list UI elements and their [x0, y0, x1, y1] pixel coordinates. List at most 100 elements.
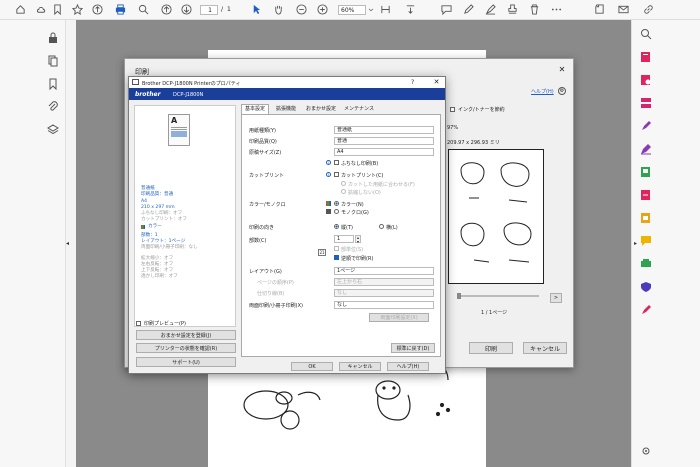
- stamp-icon[interactable]: [506, 3, 519, 16]
- arrow-down-icon[interactable]: [180, 3, 193, 16]
- comment-icon[interactable]: [440, 3, 453, 16]
- layout-label: レイアウト(G): [249, 269, 282, 275]
- register-settings-button[interactable]: おまかせ設定を登録(J): [136, 330, 236, 340]
- print-cancel-button[interactable]: キャンセル: [523, 342, 567, 354]
- link-icon[interactable]: [642, 3, 655, 16]
- collapse-right-icon[interactable]: ▸: [634, 240, 640, 248]
- prop-help-button[interactable]: ヘルプ(H): [387, 362, 429, 371]
- duplex-select[interactable]: なし: [334, 301, 434, 309]
- restore-defaults-button[interactable]: 標準に戻す(D): [391, 343, 435, 353]
- preview-drawing: [460, 162, 532, 263]
- next-page-button[interactable]: >: [550, 293, 562, 303]
- tab-presets[interactable]: おまかせ設定: [303, 105, 339, 114]
- protect-icon[interactable]: [640, 281, 652, 293]
- portrait-radio[interactable]: [334, 224, 339, 229]
- edit-pdf-icon[interactable]: [640, 97, 652, 109]
- zoom-level-select[interactable]: 60%: [338, 5, 366, 15]
- star-icon[interactable]: [71, 3, 84, 16]
- color-radio[interactable]: [334, 201, 339, 206]
- fit-page-icon[interactable]: [379, 3, 392, 16]
- compress-icon[interactable]: [640, 189, 652, 201]
- tab-basic[interactable]: 基本設定: [241, 104, 269, 114]
- print-button[interactable]: 印刷: [469, 342, 513, 354]
- copies-stepper[interactable]: ▴ ▾: [355, 235, 361, 244]
- cut-noscale-radio[interactable]: [341, 189, 346, 194]
- info-icon[interactable]: i: [326, 160, 331, 165]
- bookmark-icon[interactable]: [51, 3, 64, 16]
- more-icon[interactable]: [550, 3, 563, 16]
- chevron-down-icon[interactable]: [367, 3, 375, 16]
- borderless-checkbox[interactable]: [334, 160, 339, 165]
- page-slider-thumb[interactable]: [457, 293, 461, 299]
- settings-icon[interactable]: [640, 445, 652, 457]
- page-nav-readout: 1 / 1ページ: [481, 310, 508, 316]
- cloud-icon[interactable]: [35, 3, 48, 16]
- search-icon[interactable]: [137, 3, 150, 16]
- border-line-select[interactable]: なし: [334, 289, 434, 297]
- scan-icon[interactable]: [640, 212, 652, 224]
- cut-print-checkbox[interactable]: [334, 172, 339, 177]
- cut-fit-radio[interactable]: [341, 181, 346, 186]
- pen-icon[interactable]: [462, 3, 475, 16]
- summary-size: A4: [141, 199, 148, 204]
- pages-icon[interactable]: [47, 55, 59, 67]
- share-icon[interactable]: [593, 3, 606, 16]
- bookmarks-icon[interactable]: [47, 78, 59, 91]
- size-select[interactable]: A4: [334, 148, 434, 156]
- redact-icon[interactable]: [640, 304, 652, 316]
- prop-close-icon[interactable]: ✕: [432, 78, 441, 87]
- lock-icon[interactable]: [47, 32, 59, 44]
- ok-button[interactable]: OK: [291, 362, 333, 371]
- page-number-input[interactable]: 1: [200, 5, 218, 15]
- printer-icon: [132, 79, 139, 85]
- reverse-checkbox[interactable]: [334, 255, 339, 260]
- delete-icon[interactable]: [528, 3, 541, 16]
- help-question-button[interactable]: ?: [411, 79, 414, 86]
- duplex-settings-button[interactable]: 両面印刷設定(X): [369, 313, 429, 322]
- create-pdf-icon[interactable]: [640, 74, 652, 86]
- print-icon[interactable]: [114, 3, 127, 16]
- hand-icon[interactable]: [272, 3, 285, 16]
- zoom-out-icon[interactable]: [295, 3, 308, 16]
- mono-mode-icon: [326, 209, 331, 214]
- tab-advanced[interactable]: 拡張機能: [271, 105, 301, 114]
- page-slider[interactable]: [457, 295, 539, 297]
- print-production-icon[interactable]: [640, 258, 652, 270]
- layers-icon[interactable]: [47, 124, 59, 136]
- printer-status-button[interactable]: プリンターの状態を確認(R): [136, 343, 236, 353]
- attachment-icon[interactable]: [47, 101, 59, 113]
- support-button[interactable]: サポート(U): [136, 357, 236, 367]
- arrow-up-icon[interactable]: [160, 3, 173, 16]
- mono-radio[interactable]: [334, 209, 339, 214]
- export-pdf-icon[interactable]: [640, 51, 652, 63]
- ink-toner-save-checkbox[interactable]: [450, 107, 455, 112]
- tab-maintenance[interactable]: メンテナンス: [341, 105, 377, 114]
- prop-cancel-button[interactable]: キャンセル: [339, 362, 381, 371]
- copies-input[interactable]: 1: [334, 235, 354, 243]
- sign-icon[interactable]: [640, 120, 652, 132]
- scroll-mode-icon[interactable]: [404, 3, 417, 16]
- layout-select[interactable]: 1ページ: [334, 267, 434, 275]
- paper-type-select[interactable]: 普通紙: [334, 126, 434, 134]
- landscape-radio[interactable]: [379, 224, 384, 229]
- organize-pages-icon[interactable]: [640, 166, 652, 178]
- fill-sign-icon[interactable]: [640, 143, 652, 155]
- mail-icon[interactable]: [617, 3, 630, 16]
- comment-tool-icon[interactable]: [640, 235, 652, 247]
- collate-checkbox[interactable]: [334, 246, 339, 251]
- page-order-select[interactable]: 左上から右: [334, 278, 434, 286]
- settings-gear-icon[interactable]: ⚙: [558, 87, 566, 95]
- preview-checkbox[interactable]: [136, 321, 141, 326]
- close-icon[interactable]: ✕: [557, 65, 567, 75]
- info-icon-2[interactable]: i: [326, 172, 331, 177]
- home-icon[interactable]: [14, 3, 27, 16]
- highlight-icon[interactable]: [484, 3, 497, 16]
- help-link[interactable]: ヘルプ(H): [531, 88, 554, 95]
- upload-icon[interactable]: [91, 3, 104, 16]
- zoom-tool-icon[interactable]: [640, 28, 652, 40]
- zoom-in-icon[interactable]: [316, 3, 329, 16]
- pointer-icon[interactable]: [250, 3, 263, 16]
- collapse-left-icon[interactable]: ◂: [66, 240, 72, 248]
- quality-select[interactable]: 普通: [334, 137, 434, 145]
- color-mode-icon: [326, 201, 331, 206]
